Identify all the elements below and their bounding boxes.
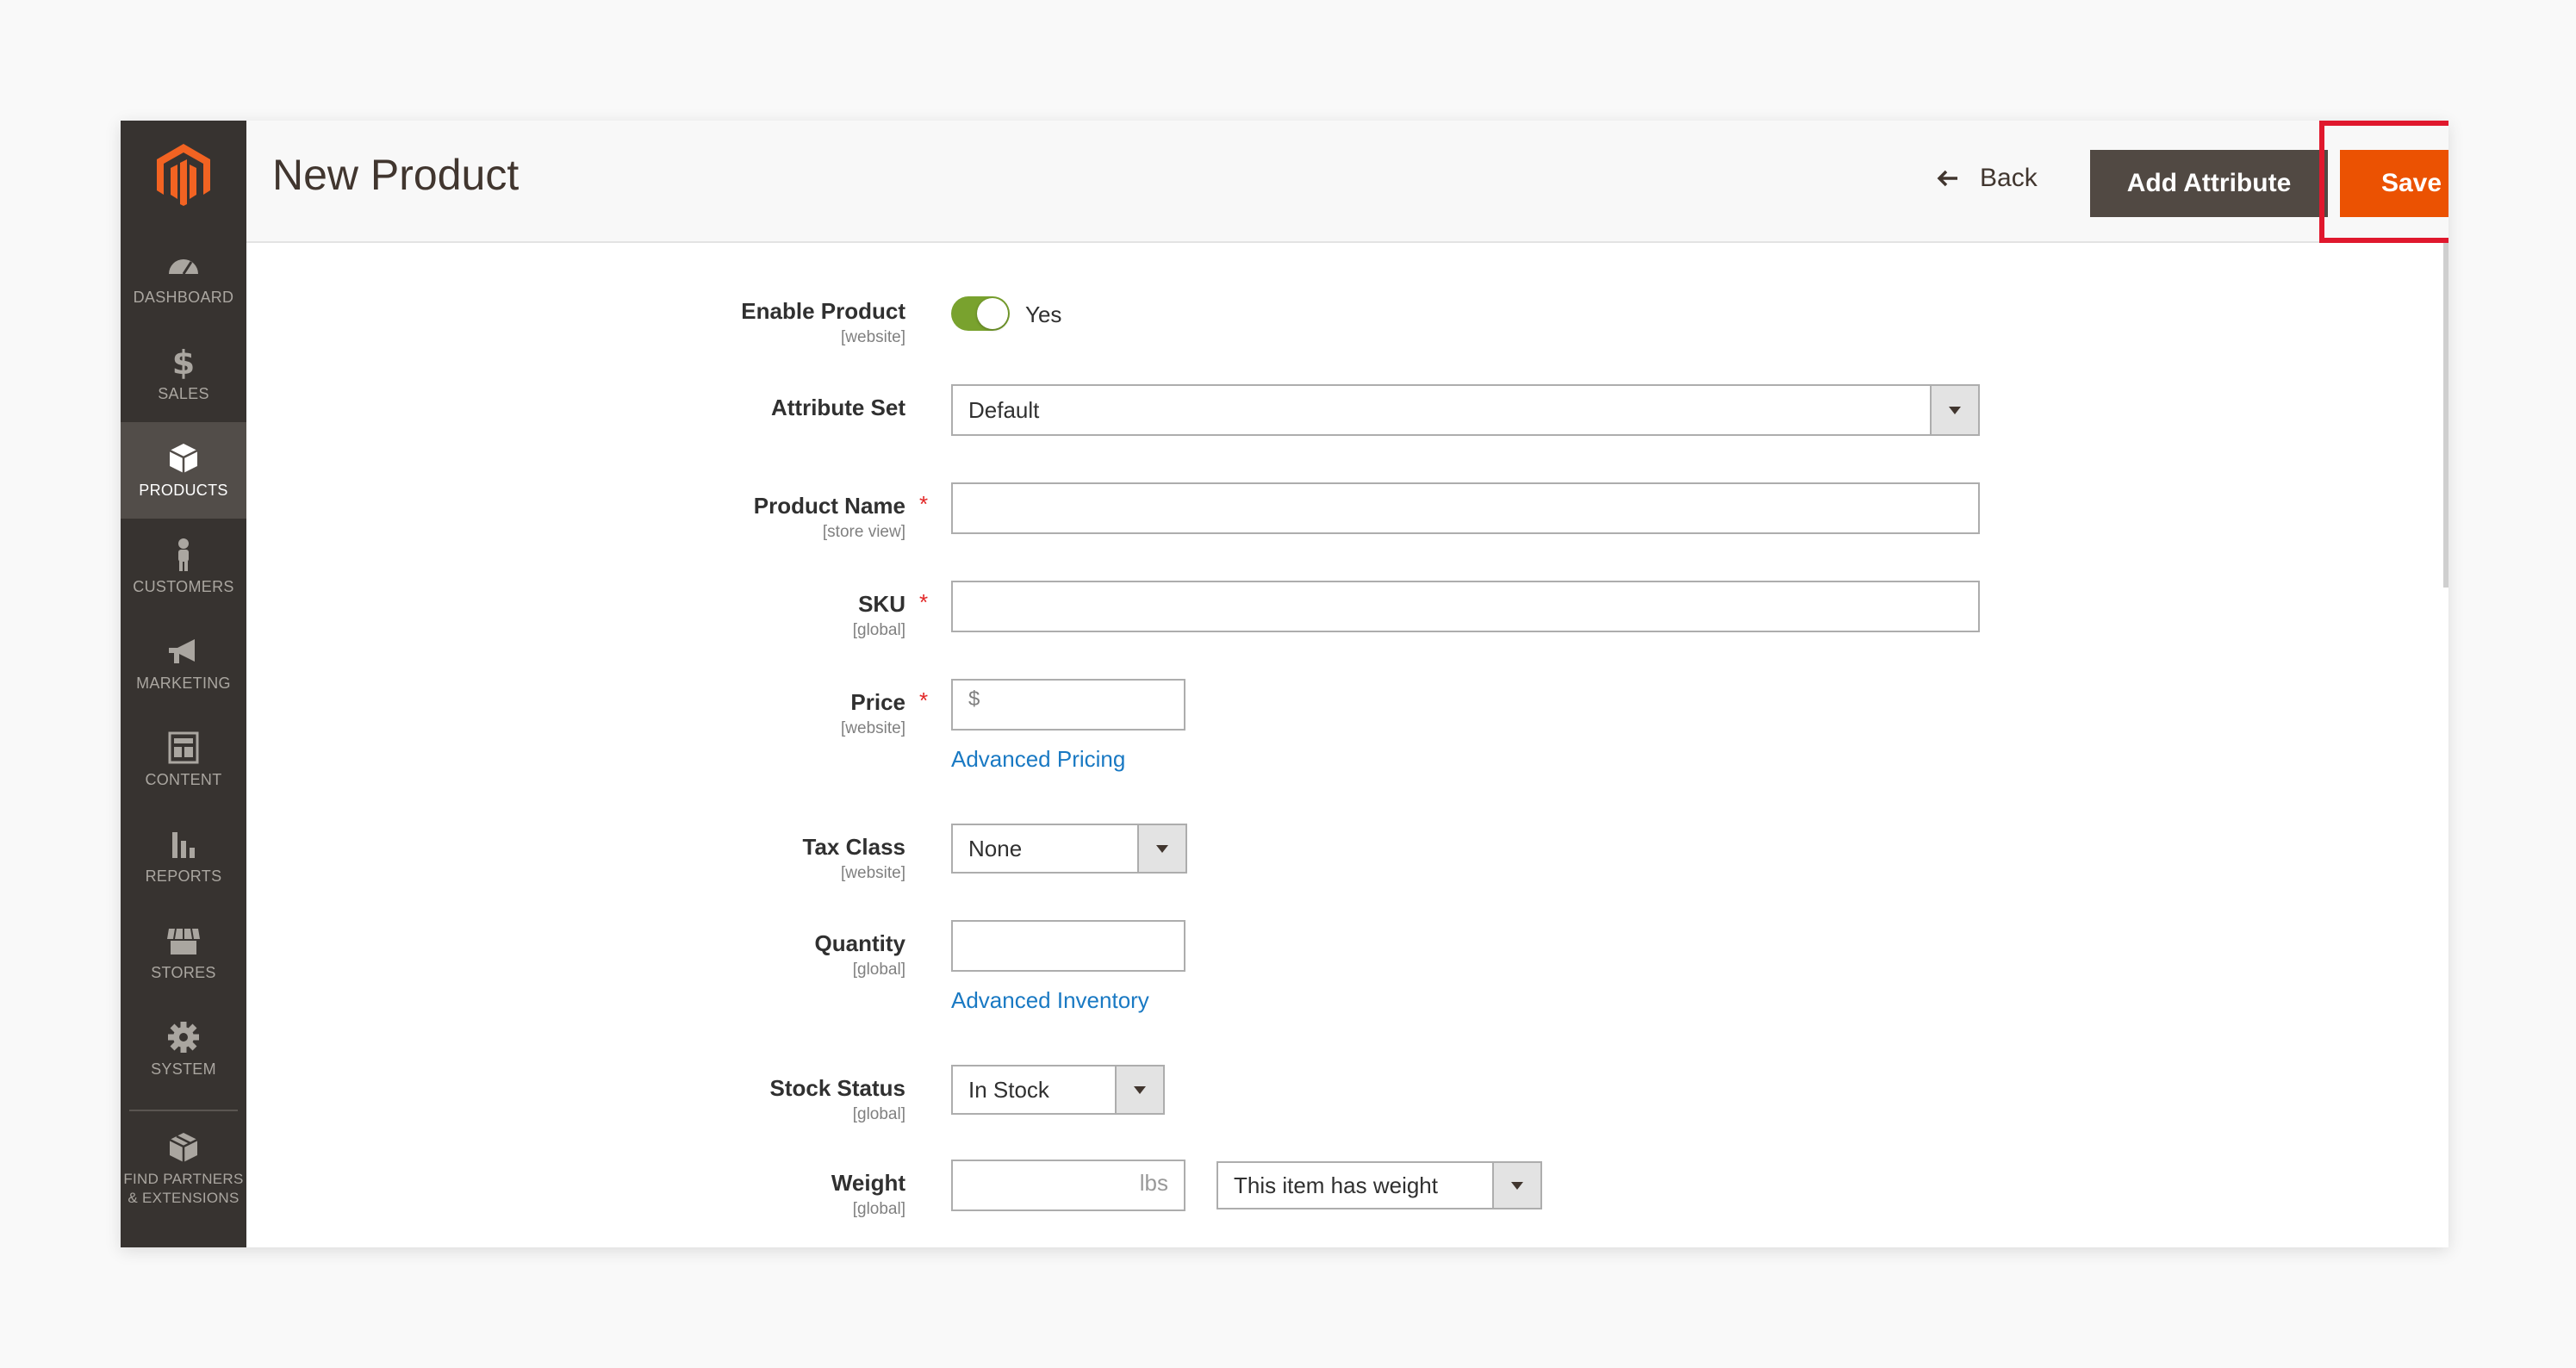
sidebar-item-label: MARKETING <box>136 675 231 692</box>
back-button-label: Back <box>1980 164 2038 192</box>
enable-product-label: Enable Product [website] <box>741 298 905 346</box>
page-header: New Product Back Add Attribute Save <box>246 121 2448 243</box>
add-attribute-button[interactable]: Add Attribute <box>2090 150 2328 217</box>
sidebar-item-find-partners[interactable]: FIND PARTNERS & EXTENSIONS <box>121 1113 246 1225</box>
sidebar-item-system[interactable]: SYSTEM <box>121 1001 246 1098</box>
sku-label: SKU [global] <box>852 591 905 639</box>
required-marker: * <box>919 589 929 615</box>
svg-text:$: $ <box>172 345 195 379</box>
sidebar-item-label: PRODUCTS <box>139 482 228 499</box>
dashboard-icon <box>169 259 198 275</box>
app-window: DASHBOARD $ SALES PRODUCTS CUSTOMERS MAR… <box>121 121 2448 1247</box>
quantity-label: Quantity [global] <box>814 930 905 979</box>
admin-sidebar: DASHBOARD $ SALES PRODUCTS CUSTOMERS MAR… <box>121 121 246 1247</box>
currency-prefix: $ <box>968 687 980 711</box>
save-button[interactable]: Save <box>2340 150 2448 217</box>
cube-icon <box>169 1133 198 1162</box>
price-input[interactable]: $ <box>951 679 1185 731</box>
dollar-icon: $ <box>172 345 195 379</box>
weight-label: Weight [global] <box>831 1170 905 1218</box>
required-marker: * <box>919 687 929 713</box>
advanced-inventory-link[interactable]: Advanced Inventory <box>951 987 1149 1014</box>
stock-status-select[interactable]: In Stock <box>951 1065 1165 1115</box>
quantity-input[interactable] <box>951 920 1185 972</box>
weight-option-select[interactable]: This item has weight <box>1216 1161 1542 1209</box>
weight-unit: lbs <box>1139 1170 1168 1196</box>
sidebar-item-marketing[interactable]: MARKETING <box>121 615 246 712</box>
store-icon <box>167 928 200 954</box>
scrollbar[interactable] <box>2443 243 2448 588</box>
tax-class-label: Tax Class [website] <box>802 834 905 882</box>
sidebar-item-label: DASHBOARD <box>133 289 234 306</box>
sidebar-divider <box>129 1110 238 1111</box>
sidebar-item-customers[interactable]: CUSTOMERS <box>121 519 246 615</box>
sidebar-item-label: SALES <box>158 385 209 402</box>
sidebar-item-stores[interactable]: STORES <box>121 905 246 1001</box>
arrow-left-icon <box>1937 170 1957 187</box>
sidebar-item-content[interactable]: CONTENT <box>121 712 246 808</box>
bar-chart-icon <box>172 832 195 858</box>
enable-product-value: Yes <box>1025 302 1062 327</box>
tax-class-select[interactable]: None <box>951 824 1187 874</box>
sidebar-item-reports[interactable]: REPORTS <box>121 808 246 905</box>
chevron-down-icon <box>1137 825 1185 872</box>
sidebar-item-label: CONTENT <box>145 771 222 788</box>
sidebar-item-label: SYSTEM <box>151 1060 216 1078</box>
attribute-set-select[interactable]: Default <box>951 384 1980 436</box>
layout-icon <box>168 731 199 764</box>
megaphone-icon <box>169 639 195 663</box>
back-button[interactable]: Back <box>1935 164 2038 193</box>
chevron-down-icon <box>1115 1066 1163 1113</box>
person-icon <box>178 538 189 571</box>
sidebar-item-products[interactable]: PRODUCTS <box>121 422 246 519</box>
product-name-input[interactable] <box>951 482 1980 534</box>
chevron-down-icon <box>1930 386 1978 434</box>
sidebar-item-sales[interactable]: $ SALES <box>121 326 246 422</box>
sidebar-item-label: CUSTOMERS <box>133 578 234 595</box>
product-name-label: Product Name [store view] <box>753 493 905 541</box>
chevron-down-icon <box>1492 1163 1540 1208</box>
sidebar-item-label: REPORTS <box>145 867 222 885</box>
box-icon <box>169 444 198 473</box>
stock-status-label: Stock Status [global] <box>769 1075 906 1123</box>
magento-logo-icon[interactable] <box>121 121 246 229</box>
enable-product-toggle[interactable] <box>951 296 1010 331</box>
gear-icon <box>168 1022 199 1053</box>
page-title: New Product <box>272 151 520 199</box>
sidebar-item-dashboard[interactable]: DASHBOARD <box>121 229 246 326</box>
sidebar-item-label: FIND PARTNERS & EXTENSIONS <box>123 1171 244 1206</box>
advanced-pricing-link[interactable]: Advanced Pricing <box>951 746 1125 773</box>
sku-input[interactable] <box>951 581 1980 632</box>
product-form: Enable Product [website] Yes Attribute S… <box>246 243 2448 1247</box>
toggle-knob <box>977 298 1008 329</box>
required-marker: * <box>919 491 929 517</box>
sidebar-item-label: STORES <box>151 964 216 981</box>
price-label: Price [website] <box>841 689 905 737</box>
attribute-set-label: Attribute Set <box>771 395 905 420</box>
weight-input[interactable]: lbs <box>951 1160 1185 1211</box>
